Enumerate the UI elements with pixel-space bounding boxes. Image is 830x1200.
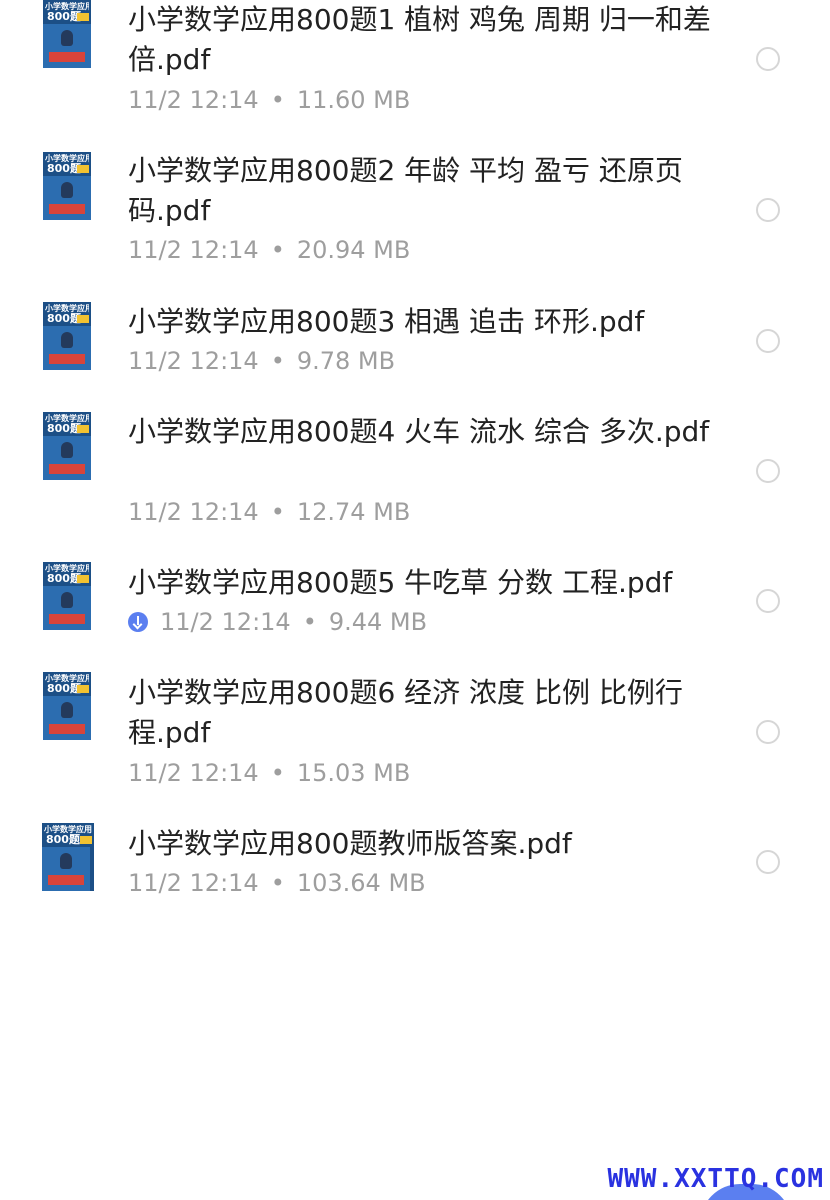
cover-flag	[80, 836, 92, 844]
select-radio[interactable]	[756, 329, 780, 353]
file-title: 小学数学应用800题3 相遇 追击 环形.pdf	[128, 305, 645, 338]
file-meta: 11/2 12:14 • 11.60 MB	[128, 85, 410, 115]
cover-figure	[61, 182, 73, 198]
cover-book	[49, 614, 85, 624]
select-radio[interactable]	[756, 459, 780, 483]
meta-separator: •	[270, 347, 285, 375]
cover-flag	[77, 165, 89, 173]
meta-separator: •	[270, 759, 285, 787]
file-title: 小学数学应用800题5 牛吃草 分数 工程.pdf	[128, 566, 673, 599]
cover-figure	[60, 853, 72, 869]
cover-flag	[77, 575, 89, 583]
pdf-thumbnail: 小学数学应用 800题	[43, 302, 91, 370]
cover-book	[49, 354, 85, 364]
pdf-thumbnail: 小学数学应用 800题	[43, 412, 91, 480]
meta-separator: •	[270, 236, 285, 264]
file-meta: 11/2 12:14 • 103.64 MB	[128, 868, 426, 898]
cover-flag	[77, 425, 89, 433]
pdf-thumbnail: 小学数学应用 800题	[43, 0, 91, 68]
list-item[interactable]: 小学数学应用 800题 小学数学应用800题4 火车 流水 综合 多次.pdf …	[0, 410, 830, 560]
pdf-thumbnail: 小学数学应用 800题	[42, 823, 94, 891]
thumb-number: 800题	[46, 833, 80, 846]
file-date: 11/2 12:14	[128, 86, 259, 114]
file-date: 11/2 12:14	[128, 759, 259, 787]
cover-figure	[61, 30, 73, 46]
thumb-number: 800题	[47, 312, 81, 325]
download-circle-icon	[128, 612, 148, 632]
file-size: 15.03 MB	[296, 759, 411, 787]
file-meta: 11/2 12:14 • 12.74 MB	[128, 497, 410, 527]
select-radio[interactable]	[756, 850, 780, 874]
cover-figure	[61, 702, 73, 718]
thumb-number: 800题	[47, 162, 81, 175]
file-meta: 11/2 12:14 • 9.78 MB	[128, 346, 395, 376]
select-radio[interactable]	[756, 198, 780, 222]
cover-flag	[77, 685, 89, 693]
file-title: 小学数学应用800题2 年龄 平均 盈亏 还原页码.pdf	[128, 154, 683, 227]
file-date: 11/2 12:14	[128, 236, 259, 264]
pdf-thumbnail: 小学数学应用 800题	[43, 672, 91, 740]
cover-flag	[77, 315, 89, 323]
file-title: 小学数学应用800题4 火车 流水 综合 多次.pdf	[128, 415, 710, 448]
thumb-number: 800题	[47, 682, 81, 695]
file-size: 20.94 MB	[296, 236, 411, 264]
pdf-thumbnail: 小学数学应用 800题	[43, 152, 91, 220]
file-list-screen: 小学数学应用 800题 小学数学应用800题1 植树 鸡兔 周期 归一和差倍.p…	[0, 0, 830, 1200]
meta-separator: •	[270, 869, 285, 897]
cover-book	[49, 204, 85, 214]
select-radio[interactable]	[756, 589, 780, 613]
file-date: 11/2 12:14	[128, 347, 259, 375]
file-date: 11/2 12:14	[128, 498, 259, 526]
file-date: 11/2 12:14	[128, 869, 259, 897]
pdf-thumbnail: 小学数学应用 800题	[43, 562, 91, 630]
cover-figure	[61, 442, 73, 458]
list-item[interactable]: 小学数学应用 800题 小学数学应用800题2 年龄 平均 盈亏 还原页码.pd…	[0, 150, 830, 300]
thumb-number: 800题	[47, 572, 81, 585]
file-size: 12.74 MB	[296, 498, 411, 526]
select-radio[interactable]	[756, 720, 780, 744]
file-date: 11/2 12:14	[160, 608, 291, 636]
list-item[interactable]: 小学数学应用 800题 小学数学应用800题1 植树 鸡兔 周期 归一和差倍.p…	[0, 0, 830, 150]
file-size: 11.60 MB	[296, 86, 411, 114]
file-title: 小学数学应用800题1 植树 鸡兔 周期 归一和差倍.pdf	[128, 3, 711, 76]
cover-book	[49, 464, 85, 474]
thumb-number: 800题	[47, 10, 81, 23]
cover-book	[49, 52, 85, 62]
cover-book	[49, 724, 85, 734]
meta-separator: •	[270, 498, 285, 526]
file-title: 小学数学应用800题6 经济 浓度 比例 比例行程.pdf	[128, 676, 683, 749]
cover-figure	[61, 332, 73, 348]
cover-book	[48, 875, 84, 885]
file-size: 103.64 MB	[296, 869, 426, 897]
watermark: WWW.XXTTQ.COM	[607, 1164, 824, 1194]
cover-flag	[77, 13, 89, 21]
file-size: 9.78 MB	[296, 347, 396, 375]
file-size: 9.44 MB	[328, 608, 428, 636]
file-meta: 11/2 12:14 • 15.03 MB	[128, 758, 410, 788]
list-item[interactable]: 小学数学应用 800题 小学数学应用800题5 牛吃草 分数 工程.pdf 11…	[0, 560, 830, 670]
list-item[interactable]: 小学数学应用 800题 小学数学应用800题教师版答案.pdf 11/2 12:…	[0, 820, 830, 930]
file-meta: 11/2 12:14 • 20.94 MB	[128, 235, 410, 265]
file-title: 小学数学应用800题教师版答案.pdf	[128, 827, 572, 860]
list-item[interactable]: 小学数学应用 800题 小学数学应用800题6 经济 浓度 比例 比例行程.pd…	[0, 670, 830, 820]
select-radio[interactable]	[756, 47, 780, 71]
meta-separator: •	[302, 608, 317, 636]
file-meta: 11/2 12:14 • 9.44 MB	[128, 607, 427, 637]
cover-figure	[61, 592, 73, 608]
meta-separator: •	[270, 86, 285, 114]
thumb-number: 800题	[47, 422, 81, 435]
list-item[interactable]: 小学数学应用 800题 小学数学应用800题3 相遇 追击 环形.pdf 11/…	[0, 300, 830, 410]
